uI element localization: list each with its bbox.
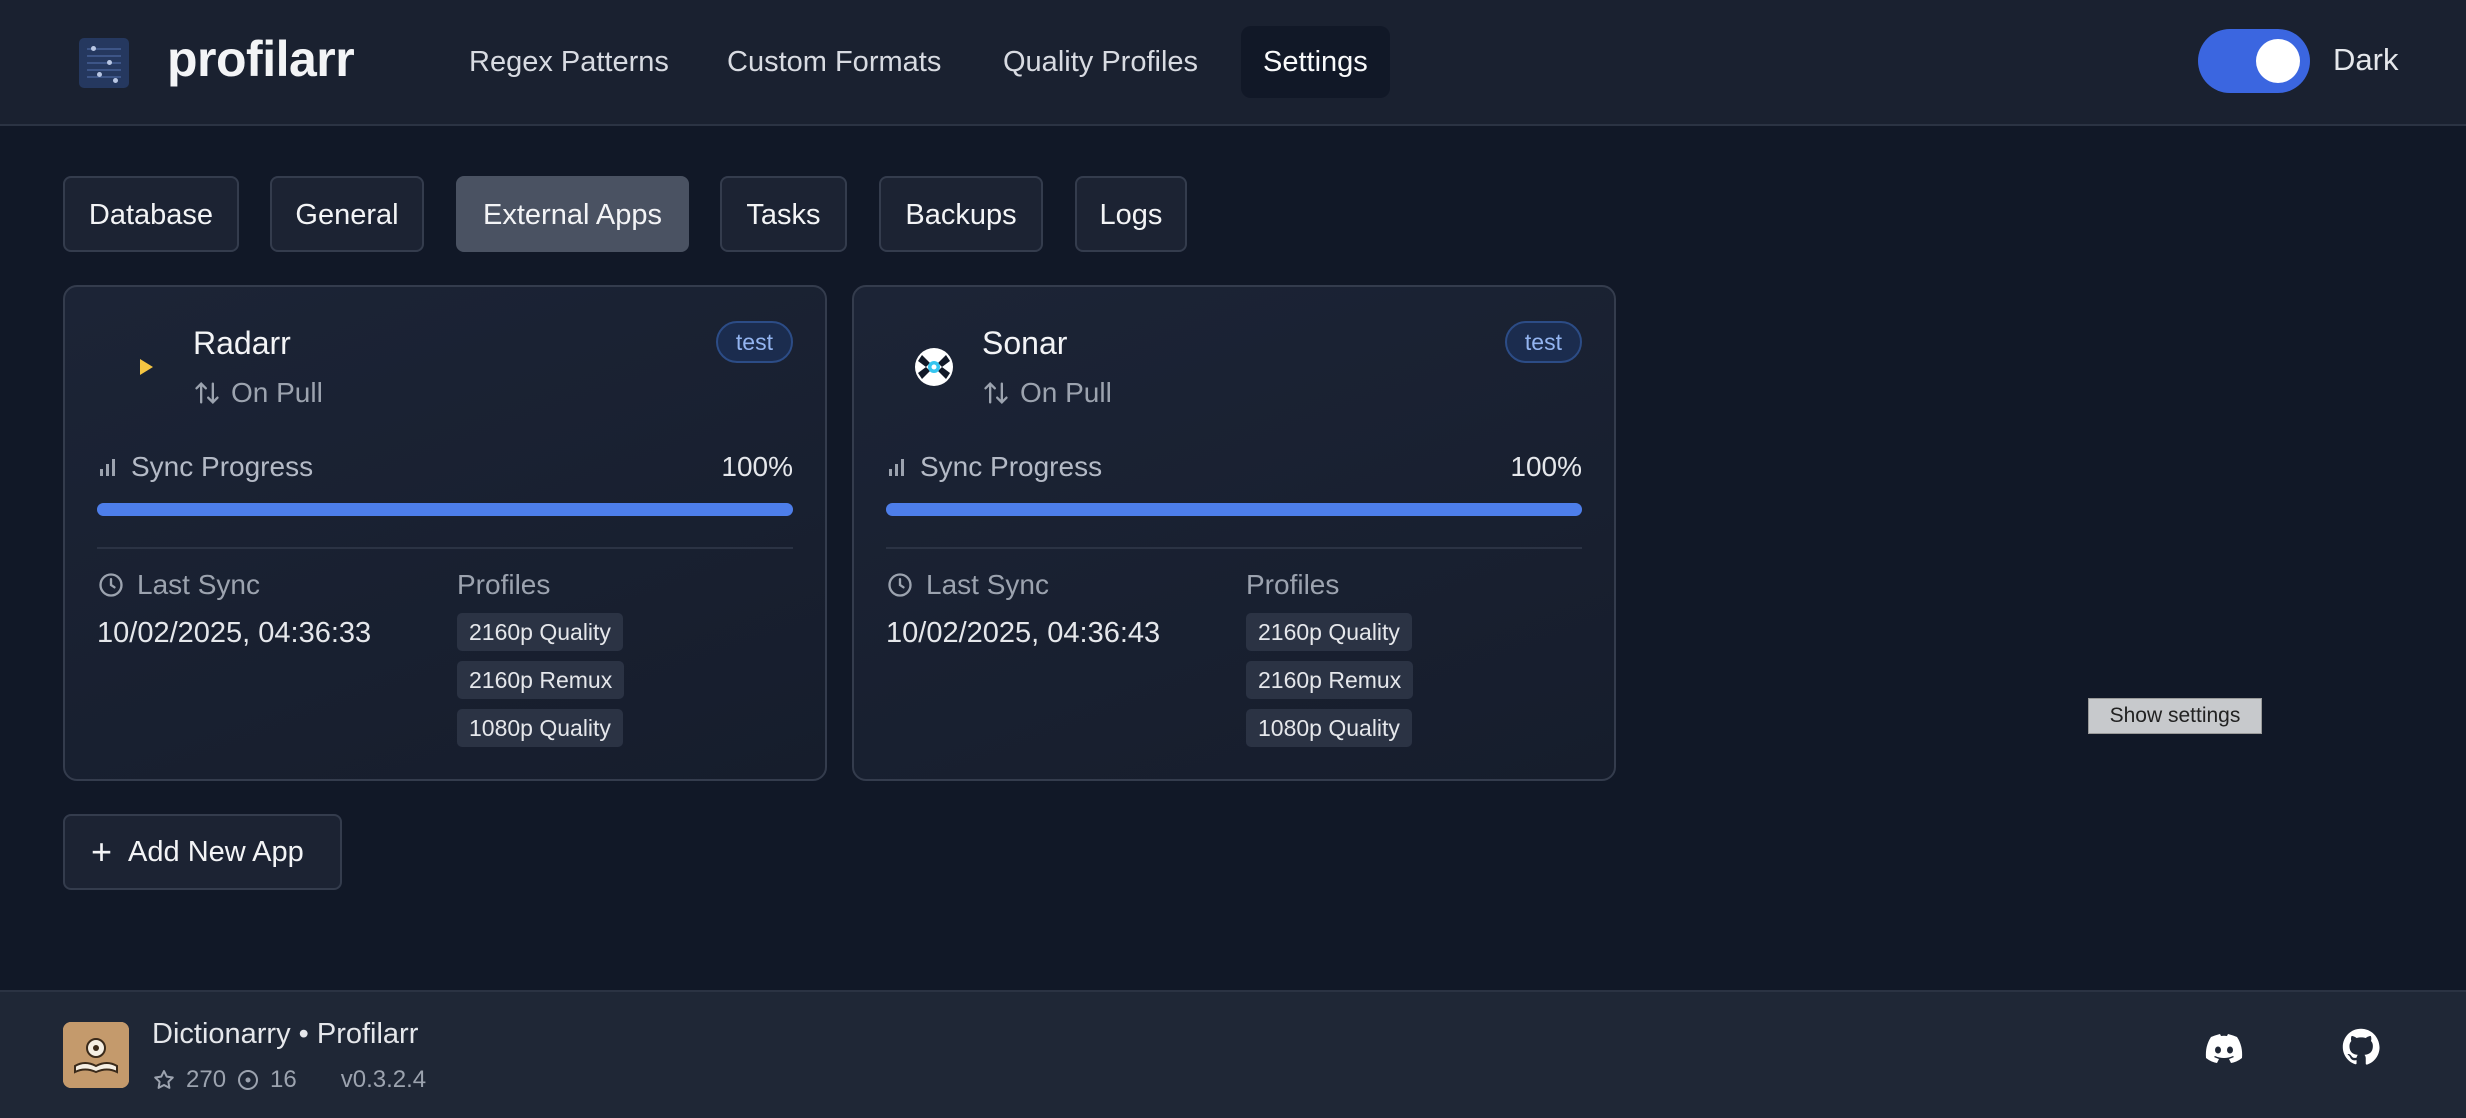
sync-progress-bar xyxy=(97,503,793,516)
brand-name[interactable]: profilarr xyxy=(167,30,355,88)
show-settings-button[interactable]: Show settings xyxy=(2088,698,2262,734)
sync-progress-value: 100% xyxy=(721,451,793,482)
profile-chip: 2160p Remux xyxy=(457,661,625,699)
nav-settings[interactable]: Settings xyxy=(1241,26,1390,98)
tab-tasks[interactable]: Tasks xyxy=(720,176,847,252)
version-label: v0.3.2.4 xyxy=(340,1066,427,1093)
signal-bars-icon xyxy=(100,459,115,476)
tab-external-apps[interactable]: External Apps xyxy=(456,176,689,252)
tab-general[interactable]: General xyxy=(270,176,424,252)
github-icon[interactable] xyxy=(2342,1028,2380,1066)
last-sync-value: 10/02/2025, 04:36:33 xyxy=(97,617,372,649)
dictionarry-avatar[interactable] xyxy=(63,1022,129,1088)
signal-bars-icon xyxy=(889,459,904,476)
last-sync-label: Last Sync xyxy=(97,569,260,601)
nav-custom-formats[interactable]: Custom Formats xyxy=(705,26,963,98)
sync-method: On Pull xyxy=(193,377,323,409)
sync-method-label: On Pull xyxy=(1020,377,1112,408)
tab-backups[interactable]: Backups xyxy=(879,176,1043,252)
app-name: Sonar xyxy=(982,325,1068,361)
app-card-sonar[interactable]: Sonar On Pull test Sync Progress 100% La… xyxy=(852,285,1616,781)
profile-chip: 2160p Quality xyxy=(457,613,623,651)
sync-method: On Pull xyxy=(982,377,1112,409)
sync-progress-fill xyxy=(97,503,793,516)
app-name: Radarr xyxy=(193,325,291,361)
tab-logs[interactable]: Logs xyxy=(1075,176,1187,252)
profilarr-logo-icon[interactable] xyxy=(79,38,129,88)
sync-progress-label: Sync Progress xyxy=(886,451,1102,483)
plus-icon: + xyxy=(91,831,113,872)
issue-circle-icon xyxy=(238,1070,259,1090)
profiles-label: Profiles xyxy=(457,569,551,600)
nav-quality-profiles[interactable]: Quality Profiles xyxy=(981,26,1220,98)
profile-chip: 1080p Quality xyxy=(1246,709,1412,747)
sync-progress-bar xyxy=(886,503,1582,516)
discord-icon[interactable] xyxy=(2205,1034,2243,1064)
repo-name[interactable]: Dictionarry • Profilarr xyxy=(152,1018,418,1051)
arrows-up-down-icon xyxy=(984,382,1008,404)
profile-chip: 2160p Remux xyxy=(1246,661,1414,699)
last-sync-label: Last Sync xyxy=(886,569,1049,601)
sync-progress-value: 100% xyxy=(1510,451,1582,482)
theme-toggle[interactable] xyxy=(2198,29,2310,93)
card-divider xyxy=(97,547,793,549)
sync-method-label: On Pull xyxy=(231,377,323,408)
app-card-radarr[interactable]: Radarr On Pull test Sync Progress 100% L… xyxy=(63,285,827,781)
top-header: profilarr Regex Patterns Custom Formats … xyxy=(0,0,2466,126)
book-logo-icon xyxy=(63,1022,129,1088)
radarr-icon xyxy=(140,359,153,375)
app-tag: test xyxy=(1504,321,1582,363)
clock-icon xyxy=(99,573,123,597)
issues-count: 16 xyxy=(270,1066,297,1093)
profiles-list: 2160p Quality 2160p Remux 1080p Quality xyxy=(1246,613,1414,747)
add-new-app-button[interactable]: + Add New App xyxy=(63,814,342,890)
last-sync-value: 10/02/2025, 04:36:43 xyxy=(886,617,1161,649)
stars-count: 270 xyxy=(186,1066,227,1093)
sonarr-icon xyxy=(915,348,953,386)
arrows-up-down-icon xyxy=(195,382,219,404)
star-icon xyxy=(154,1070,174,1089)
footer: Dictionarry • Profilarr 270 16 v0.3.2.4 xyxy=(0,990,2466,1118)
repo-stats: 270 16 v0.3.2.4 xyxy=(152,1066,426,1094)
profiles-list: 2160p Quality 2160p Remux 1080p Quality xyxy=(457,613,625,747)
card-divider xyxy=(886,547,1582,549)
profiles-label: Profiles xyxy=(1246,569,1340,600)
sync-progress-label: Sync Progress xyxy=(97,451,313,483)
profile-chip: 2160p Quality xyxy=(1246,613,1412,651)
tab-database[interactable]: Database xyxy=(63,176,239,252)
nav-regex-patterns[interactable]: Regex Patterns xyxy=(447,26,691,98)
clock-icon xyxy=(888,573,912,597)
add-new-app-label: Add New App xyxy=(128,835,304,868)
toggle-knob xyxy=(2256,39,2300,83)
app-tag: test xyxy=(715,321,793,363)
sync-progress-fill xyxy=(886,503,1582,516)
profile-chip: 1080p Quality xyxy=(457,709,623,747)
theme-label: Dark xyxy=(2333,42,2399,77)
